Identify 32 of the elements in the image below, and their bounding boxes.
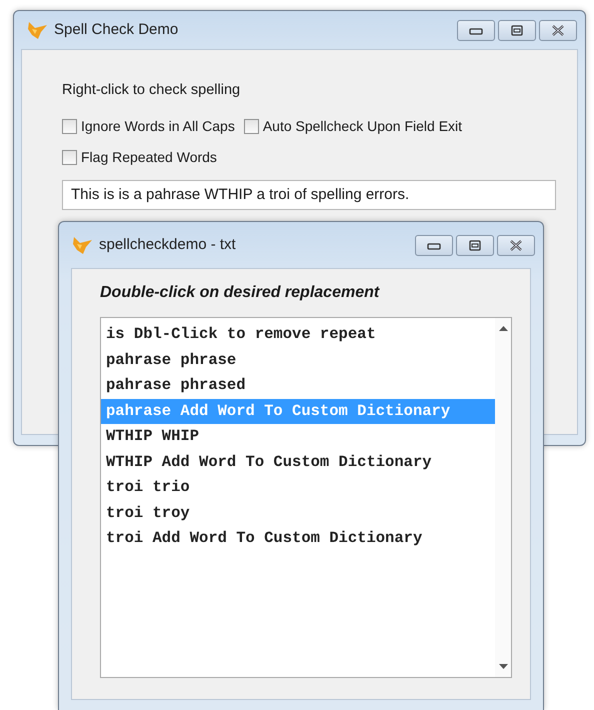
maximize-icon [510,24,524,36]
suggestion-item[interactable]: troi Add Word To Custom Dictionary [101,526,495,552]
scroll-down-icon [498,664,508,669]
checkbox-option[interactable]: Auto Spellcheck Upon Field Exit [244,116,462,137]
suggestion-item[interactable]: pahrase phrased [101,373,495,398]
close-icon [509,240,523,250]
text-field[interactable]: This is is a pahrase WTHIP a troi of spelling errors. [62,180,556,210]
minimize-button[interactable] [415,234,453,256]
suggestion-item[interactable]: troi trio [101,475,495,500]
instruction-text: Right-click to check spelling [62,81,242,100]
close-button[interactable] [497,234,535,256]
maximize-button[interactable] [456,234,494,256]
window-title: Spell Check Demo [54,20,178,40]
close-button[interactable] [539,20,577,40]
maximize-icon [468,240,482,250]
scrollbar[interactable] [495,318,511,677]
suggestion-item[interactable]: WTHIP WHIP [101,424,495,450]
window-title: spellcheckdemo - txt [99,234,236,255]
minimize-button[interactable] [457,20,495,40]
maximize-button[interactable] [498,20,536,40]
suggestion-list[interactable]: is Dbl-Click to remove repeat pahrase phrase pahrase phrased pahrase Add Word To Custom Dictionary WTHIP WHIP WTHIP Add Word To Custom Dictionary troi trio troi troy troi Add Word To Custom Dictionary [100,317,512,678]
scroll-up-icon [498,326,508,331]
fox-icon [26,20,48,40]
close-icon [551,24,565,36]
checkbox-option[interactable]: Flag Repeated Words [62,146,217,168]
checkbox-option[interactable]: Ignore Words in All Caps [62,116,235,137]
suggestion-item[interactable]: is Dbl-Click to remove repeat [101,322,495,348]
suggestion-item[interactable]: WTHIP Add Word To Custom Dictionary [101,450,495,475]
fox-icon [71,235,93,255]
suggestion-item[interactable]: troi troy [101,500,495,526]
suggestion-item[interactable]: pahrase phrase [101,348,495,373]
dialog-heading: Double-click on desired replacement [100,283,381,303]
